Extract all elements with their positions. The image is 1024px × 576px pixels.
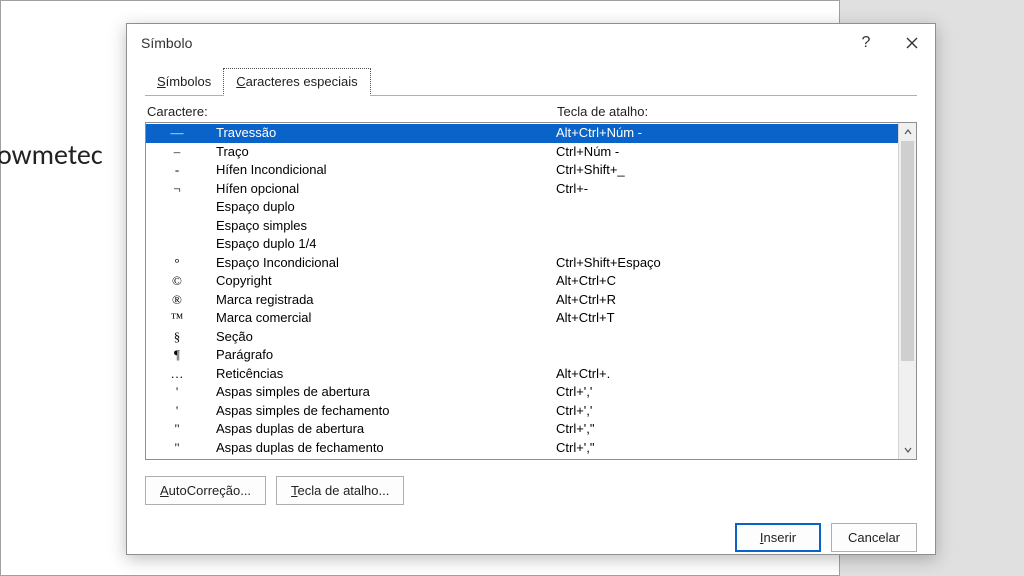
scroll-up-button[interactable]: [899, 123, 916, 141]
char-shortcut: Ctrl+',": [556, 420, 898, 439]
char-symbol: ': [146, 402, 216, 421]
char-name: Espaço simples: [216, 217, 556, 236]
char-name: Reticências: [216, 365, 556, 384]
char-shortcut: Alt+Ctrl+Núm -: [556, 124, 898, 143]
char-shortcut: Ctrl+-: [556, 180, 898, 199]
scroll-down-button[interactable]: [899, 441, 916, 459]
char-symbol: ": [146, 439, 216, 458]
list-item[interactable]: Espaço duplo: [146, 198, 898, 217]
chevron-up-icon: [904, 128, 912, 136]
help-button[interactable]: ?: [843, 24, 889, 62]
char-name: Hífen Incondicional: [216, 161, 556, 180]
char-symbol: §: [146, 328, 216, 347]
list-item[interactable]: 'Aspas simples de fechamentoCtrl+',': [146, 402, 898, 421]
char-symbol: …: [146, 365, 216, 384]
char-symbol: °: [146, 254, 216, 273]
list-item[interactable]: §Seção: [146, 328, 898, 347]
char-symbol: ©: [146, 272, 216, 291]
char-symbol: –: [146, 143, 216, 162]
column-headers: Caractere: Tecla de atalho:: [145, 104, 917, 119]
scroll-track[interactable]: [899, 141, 916, 441]
char-name: Copyright: [216, 272, 556, 291]
header-atalho: Tecla de atalho:: [557, 104, 917, 119]
char-shortcut: Alt+Ctrl+C: [556, 272, 898, 291]
close-icon: [906, 37, 918, 49]
char-name: Aspas simples de abertura: [216, 383, 556, 402]
header-caractere: Caractere:: [147, 104, 557, 119]
shortcut-key-button[interactable]: Tecla de atalho...: [276, 476, 404, 505]
char-symbol: ™: [146, 309, 216, 328]
char-name: Parágrafo: [216, 346, 556, 365]
char-symbol: —: [146, 124, 216, 143]
char-shortcut: Ctrl+',": [556, 439, 898, 458]
help-icon: ?: [862, 34, 871, 52]
tabs: SímbolosCaracteres especiais: [145, 68, 917, 96]
list-item[interactable]: —TravessãoAlt+Ctrl+Núm -: [146, 124, 898, 143]
autocorrect-button[interactable]: AutoCorreção...: [145, 476, 266, 505]
titlebar: Símbolo ?: [127, 24, 935, 62]
char-name: Aspas simples de fechamento: [216, 402, 556, 421]
dialog-title: Símbolo: [141, 35, 192, 51]
list-item[interactable]: ™Marca comercialAlt+Ctrl+T: [146, 309, 898, 328]
list-item[interactable]: Espaço simples: [146, 217, 898, 236]
char-name: Traço: [216, 143, 556, 162]
document-text: owmetec: [0, 137, 103, 172]
list-item[interactable]: …ReticênciasAlt+Ctrl+.: [146, 365, 898, 384]
tab-simbolos[interactable]: Símbolos: [145, 69, 223, 95]
list-item[interactable]: "Aspas duplas de fechamentoCtrl+',": [146, 439, 898, 458]
char-name: Marca registrada: [216, 291, 556, 310]
char-name: Aspas duplas de abertura: [216, 420, 556, 439]
char-shortcut: Ctrl+Shift+Espaço: [556, 254, 898, 273]
list-item[interactable]: ©CopyrightAlt+Ctrl+C: [146, 272, 898, 291]
list-item[interactable]: "Aspas duplas de aberturaCtrl+',": [146, 420, 898, 439]
list-item[interactable]: Espaço duplo 1/4: [146, 235, 898, 254]
char-shortcut: Alt+Ctrl+R: [556, 291, 898, 310]
char-name: Hífen opcional: [216, 180, 556, 199]
char-shortcut: Alt+Ctrl+.: [556, 365, 898, 384]
char-symbol: -: [146, 161, 216, 180]
char-name: Espaço Incondicional: [216, 254, 556, 273]
char-name: Seção: [216, 328, 556, 347]
list-item[interactable]: ¶Parágrafo: [146, 346, 898, 365]
char-name: Aspas duplas de fechamento: [216, 439, 556, 458]
symbol-dialog: Símbolo ? SímbolosCaracteres especiais C…: [126, 23, 936, 555]
char-shortcut: Alt+Ctrl+T: [556, 309, 898, 328]
char-symbol: ': [146, 383, 216, 402]
special-char-listbox[interactable]: —TravessãoAlt+Ctrl+Núm -–TraçoCtrl+Núm -…: [145, 122, 917, 460]
list-item[interactable]: °Espaço IncondicionalCtrl+Shift+Espaço: [146, 254, 898, 273]
char-name: Marca comercial: [216, 309, 556, 328]
char-name: Espaço duplo: [216, 198, 556, 217]
close-button[interactable]: [889, 24, 935, 62]
list-item[interactable]: 'Aspas simples de aberturaCtrl+',': [146, 383, 898, 402]
char-shortcut: Ctrl+',': [556, 383, 898, 402]
scrollbar[interactable]: [898, 123, 916, 459]
char-name: Travessão: [216, 124, 556, 143]
list-item[interactable]: –TraçoCtrl+Núm -: [146, 143, 898, 162]
char-symbol: ¶: [146, 346, 216, 365]
char-symbol: ¬: [146, 180, 216, 199]
char-shortcut: Ctrl+',': [556, 402, 898, 421]
chevron-down-icon: [904, 446, 912, 454]
char-symbol: ": [146, 420, 216, 439]
char-shortcut: Ctrl+Shift+_: [556, 161, 898, 180]
scroll-thumb[interactable]: [901, 141, 914, 361]
char-shortcut: Ctrl+Núm -: [556, 143, 898, 162]
list-item[interactable]: ¬Hífen opcionalCtrl+-: [146, 180, 898, 199]
list-item[interactable]: -Hífen IncondicionalCtrl+Shift+_: [146, 161, 898, 180]
char-name: Espaço duplo 1/4: [216, 235, 556, 254]
char-symbol: ®: [146, 291, 216, 310]
cancel-button[interactable]: Cancelar: [831, 523, 917, 552]
tab-caracteres-especiais[interactable]: Caracteres especiais: [223, 68, 370, 96]
list-item[interactable]: ®Marca registradaAlt+Ctrl+R: [146, 291, 898, 310]
insert-button[interactable]: Inserir: [735, 523, 821, 552]
